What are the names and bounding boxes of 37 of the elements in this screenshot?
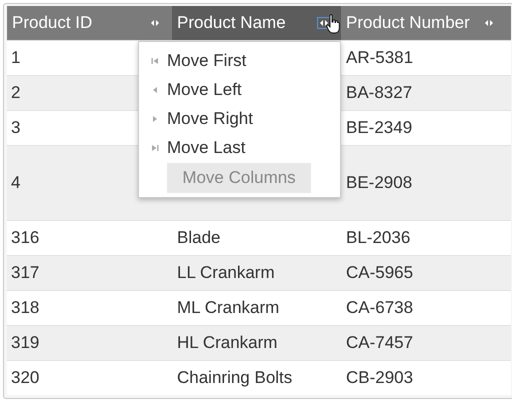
table-cell: 316 — [11, 228, 40, 248]
table-cell: 4 — [11, 173, 20, 193]
table-cell: 3 — [11, 118, 20, 138]
triangle-arrow-icon — [151, 114, 159, 122]
skip-arrow-icon — [151, 144, 159, 152]
table-cell: HL Crankarm — [177, 333, 278, 353]
table-cell: Blade — [177, 228, 220, 248]
table-cell: AR-5381 — [346, 48, 414, 68]
column-title: Product ID — [12, 13, 92, 33]
column-title: Product Name — [177, 13, 286, 33]
table-cell: 318 — [11, 298, 40, 318]
table-cell: 317 — [11, 263, 40, 283]
table-cell: ML Crankarm — [177, 298, 280, 318]
table-cell: 2 — [11, 83, 20, 103]
move-arrows-icon[interactable] — [317, 17, 331, 29]
menu-item[interactable]: Move Last — [139, 133, 340, 162]
table-cell: BE-2908 — [346, 173, 412, 193]
table-cell: BE-2349 — [346, 118, 412, 138]
column-title: Product Number — [346, 13, 470, 33]
table-cell: CA-5965 — [346, 263, 414, 283]
table-cell: 320 — [11, 368, 40, 388]
table-cell: Chainring Bolts — [177, 368, 292, 388]
triangle-arrow-icon — [151, 86, 159, 94]
hand-cursor-icon — [326, 14, 340, 34]
table-cell: LL Crankarm — [177, 263, 275, 283]
table-cell: 319 — [11, 333, 40, 353]
table-cell: CA-6738 — [346, 298, 414, 318]
table-cell: 1 — [11, 48, 20, 68]
skip-arrow-icon — [151, 56, 159, 64]
menu-item[interactable]: Move Left — [139, 75, 340, 104]
column-header[interactable]: Product Name — [172, 6, 341, 40]
table-cell: BL-2036 — [346, 228, 410, 248]
table-cell: BA-8327 — [346, 83, 412, 103]
menu-item[interactable]: Move First — [139, 46, 340, 75]
table-cell: CB-2903 — [346, 368, 414, 388]
table-cell: CA-7457 — [346, 333, 414, 353]
menu-item[interactable]: Move Right — [139, 104, 340, 133]
